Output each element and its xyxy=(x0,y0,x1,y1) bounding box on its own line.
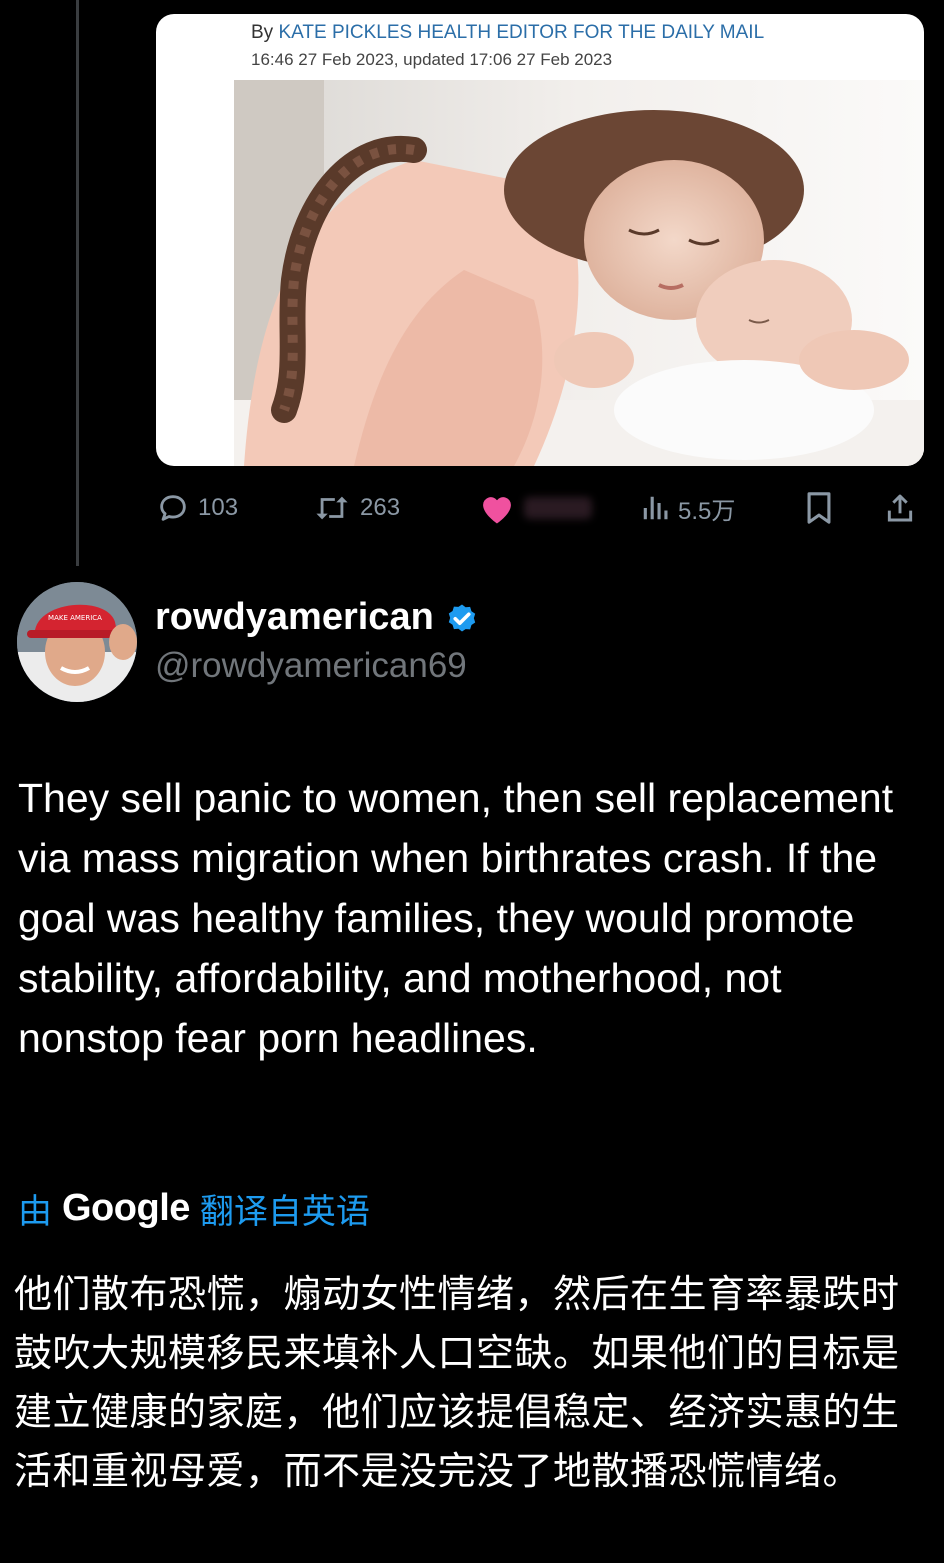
article-timestamp: 16:46 27 Feb 2023, updated 17:06 27 Feb … xyxy=(251,50,613,69)
translation-attribution[interactable]: 由 Google 翻译自英语 xyxy=(18,1184,370,1233)
article-byline: By KATE PICKLES HEALTH EDITOR FOR THE DA… xyxy=(251,22,764,44)
heart-icon xyxy=(483,497,511,524)
avatar-image: MAKE AMERICA xyxy=(17,582,137,702)
retweet-button[interactable]: 263 xyxy=(312,486,400,530)
author-handle[interactable]: @rowdyamerican69 xyxy=(155,646,467,686)
avatar[interactable]: MAKE AMERICA xyxy=(17,582,137,702)
reply-count: 103 xyxy=(198,494,239,521)
tweet-action-bar: 103 263 5.5万 xyxy=(156,486,926,530)
translate-prefix: 由 xyxy=(18,1193,52,1231)
retweet-count: 263 xyxy=(360,494,401,521)
views-count: 5.5万 xyxy=(678,497,736,525)
bookmark-button[interactable] xyxy=(804,486,834,530)
verified-badge-icon xyxy=(448,604,475,631)
tweet-body: They sell panic to women, then sell repl… xyxy=(18,775,894,1061)
views-button[interactable]: 5.5万 xyxy=(640,486,735,530)
thread-connector-line xyxy=(76,0,79,566)
google-logo: Google xyxy=(62,1187,190,1229)
bookmark-icon xyxy=(807,492,831,524)
retweet-icon xyxy=(316,496,348,520)
reply-button[interactable]: 103 xyxy=(156,486,238,530)
article-media-card[interactable]: By KATE PICKLES HEALTH EDITOR FOR THE DA… xyxy=(156,14,924,466)
share-button[interactable] xyxy=(884,486,916,530)
like-count-blurred xyxy=(524,497,592,519)
svg-text:MAKE AMERICA: MAKE AMERICA xyxy=(48,614,102,622)
translate-source-language: 翻译自英语 xyxy=(199,1193,370,1231)
views-icon xyxy=(643,496,668,520)
translated-tweet-body: 他们散布恐慌，煽动女性情绪，然后在生育率暴跌时鼓吹大规模移民来填补人口空缺。如果… xyxy=(14,1274,900,1493)
author-display-name-row[interactable]: rowdyamerican xyxy=(155,596,480,639)
byline-author: KATE PICKLES HEALTH EDITOR FOR THE DAILY… xyxy=(278,22,765,43)
share-icon xyxy=(887,494,913,522)
author-display-name: rowdyamerican xyxy=(155,596,434,638)
like-button[interactable] xyxy=(478,486,592,530)
article-photo[interactable] xyxy=(234,80,924,466)
byline-prefix: By xyxy=(251,22,274,43)
reply-icon xyxy=(160,495,186,521)
